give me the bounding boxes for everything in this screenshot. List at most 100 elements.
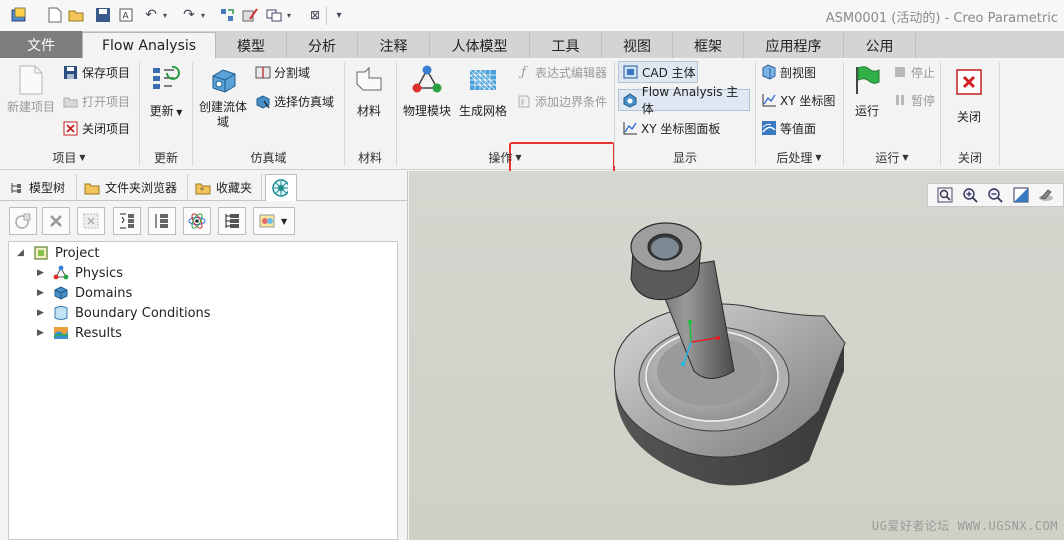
split-domain-button[interactable]: 分割域 (254, 61, 310, 83)
customize-icon[interactable]: ▾ (330, 6, 348, 24)
disabled-item-icon[interactable] (77, 207, 105, 235)
physics-module-button[interactable]: 物理模块 (400, 64, 454, 119)
refit-icon[interactable] (936, 186, 954, 204)
view-orientation-icon[interactable] (1012, 186, 1030, 204)
flow-analysis-body-button[interactable]: Flow Analysis 主体 (618, 85, 750, 116)
close-label: 关闭 (956, 110, 981, 124)
tree-item-domains[interactable]: ▶ Domains (37, 283, 132, 303)
material-button[interactable]: 材料 (348, 64, 390, 119)
tab-applications[interactable]: 应用程序 (744, 33, 844, 58)
tab-annotate[interactable]: 注释 (358, 33, 430, 58)
section-view-button[interactable]: 剖视图 (760, 61, 816, 83)
run-button[interactable]: 运行 (847, 64, 887, 119)
expand-arrow-icon[interactable]: ▶ (37, 288, 49, 298)
save-icon (62, 64, 79, 81)
stop-icon (891, 64, 908, 81)
expand-arrow-icon[interactable]: ▶ (37, 268, 49, 278)
appearance-dropdown[interactable]: ▼ (253, 207, 295, 235)
expression-editor-label: 表达式编辑器 (535, 65, 608, 80)
split-domain-icon (254, 64, 271, 81)
group-separator (999, 62, 1000, 166)
tree-item-boundary-conditions[interactable]: ▶ Boundary Conditions (37, 303, 211, 323)
window-title: ASM0001 (活动的) - Creo Parametric (825, 11, 1058, 26)
open-folder-icon (62, 93, 79, 110)
undo-icon[interactable]: ↶ (142, 6, 160, 24)
expand-arrow-icon[interactable]: ◢ (17, 248, 29, 258)
group-label-post[interactable]: 后处理 ▼ (756, 148, 842, 166)
save-icon[interactable] (94, 6, 112, 24)
expand-arrow-icon[interactable]: ▶ (37, 328, 49, 338)
create-fluid-domain-button[interactable]: 创建流体域 (196, 64, 250, 130)
tab-manikin[interactable]: 人体模型 (430, 33, 530, 58)
group-label-run[interactable]: 运行 ▼ (844, 148, 940, 166)
tab-flow-analysis-tree[interactable] (265, 174, 297, 201)
delete-icon[interactable] (42, 207, 70, 235)
save-project-label: 保存项目 (82, 65, 131, 80)
new-project-icon (15, 64, 47, 96)
new-project-label: 新建项目 (6, 100, 55, 114)
tree-item-physics[interactable]: ▶ Physics (37, 263, 123, 283)
redo-icon[interactable]: ↷ (180, 6, 198, 24)
expand-all-icon[interactable] (113, 207, 141, 235)
chevron-down-icon[interactable]: ▾ (284, 6, 294, 24)
open-icon[interactable] (68, 6, 86, 24)
expand-arrow-icon[interactable]: ▶ (37, 308, 49, 318)
chevron-down-icon[interactable]: ▾ (160, 6, 170, 24)
expression-editor-button[interactable]: ƒ 表达式编辑器 (515, 61, 607, 83)
tab-folder-browser[interactable]: 文件夹浏览器 (78, 174, 188, 201)
window-icon[interactable] (265, 6, 283, 24)
watermark: UG爱好者论坛 WWW.UGSNX.COM (871, 519, 1058, 533)
select-sim-domain-button[interactable]: 选择仿真域 (254, 90, 334, 112)
stop-button[interactable]: 停止 (891, 61, 935, 83)
new-icon[interactable] (46, 6, 64, 24)
group-label-operation[interactable]: 操作 ▼ (397, 148, 613, 166)
add-boundary-condition-button[interactable]: 添加边界条件 (515, 90, 607, 112)
pause-button[interactable]: 暂停 (891, 89, 935, 111)
tab-tools[interactable]: 工具 (530, 33, 602, 58)
chevron-down-icon: ▼ (79, 152, 86, 162)
open-project-button[interactable]: 打开项目 (62, 90, 130, 112)
display-style-icon[interactable] (1037, 186, 1055, 204)
tab-model[interactable]: 模型 (216, 33, 287, 58)
physics-module-label: 物理模块 (402, 104, 451, 118)
sketch-icon[interactable] (241, 6, 259, 24)
regenerate-icon[interactable] (218, 6, 236, 24)
tree-item-project[interactable]: ◢ Project (17, 243, 99, 263)
structure-icon[interactable] (218, 207, 246, 235)
group-label-project[interactable]: 项目 ▼ (0, 148, 138, 166)
tab-file[interactable]: 文件 (0, 31, 82, 58)
3d-model[interactable] (599, 221, 859, 511)
tab-view[interactable]: 视图 (602, 33, 673, 58)
close-button[interactable]: 关闭 (946, 66, 992, 125)
chevron-down-icon[interactable]: ▾ (198, 6, 208, 24)
tab-flow-analysis[interactable]: Flow Analysis (82, 32, 216, 58)
chevron-down-icon: ▼ (902, 152, 909, 162)
new-project-button[interactable]: 新建项目 (4, 64, 58, 115)
close-project-button[interactable]: 关闭项目 (62, 117, 130, 139)
tab-favorites[interactable]: * 收藏夹 (189, 174, 262, 201)
cad-body-button[interactable]: CAD 主体 (618, 61, 698, 83)
physics-icon[interactable] (183, 207, 211, 235)
collapse-all-icon[interactable] (148, 207, 176, 235)
tab-framework[interactable]: 框架 (673, 33, 744, 58)
graphics-viewport[interactable]: UG爱好者论坛 WWW.UGSNX.COM (409, 171, 1064, 540)
app-icon[interactable] (10, 6, 28, 24)
xy-plot-button[interactable]: XY 坐标图 (760, 89, 835, 111)
generate-mesh-button[interactable]: 生成网格 (458, 64, 508, 119)
contour-icon (760, 120, 777, 137)
zoom-in-icon[interactable] (961, 186, 979, 204)
tab-common[interactable]: 公用 (844, 33, 916, 58)
tab-analysis[interactable]: 分析 (287, 33, 358, 58)
update-button[interactable]: 更新 ▼ (143, 64, 189, 120)
close-window-icon[interactable]: ⊠ (306, 6, 324, 24)
tab-model-tree[interactable]: 模型树 (2, 174, 77, 201)
zoom-out-icon[interactable] (986, 186, 1004, 204)
tree-item-results[interactable]: ▶ Results (37, 323, 122, 343)
xy-plot-panel-button[interactable]: XY 坐标图面板 (621, 117, 720, 139)
refresh-tree-icon[interactable] (9, 207, 37, 235)
text-icon[interactable]: A (117, 6, 135, 24)
tree-label: Project (55, 245, 100, 261)
save-project-button[interactable]: 保存项目 (62, 61, 130, 83)
contour-button[interactable]: 等值面 (760, 117, 816, 139)
xy-plot-label: XY 坐标图 (780, 93, 836, 108)
